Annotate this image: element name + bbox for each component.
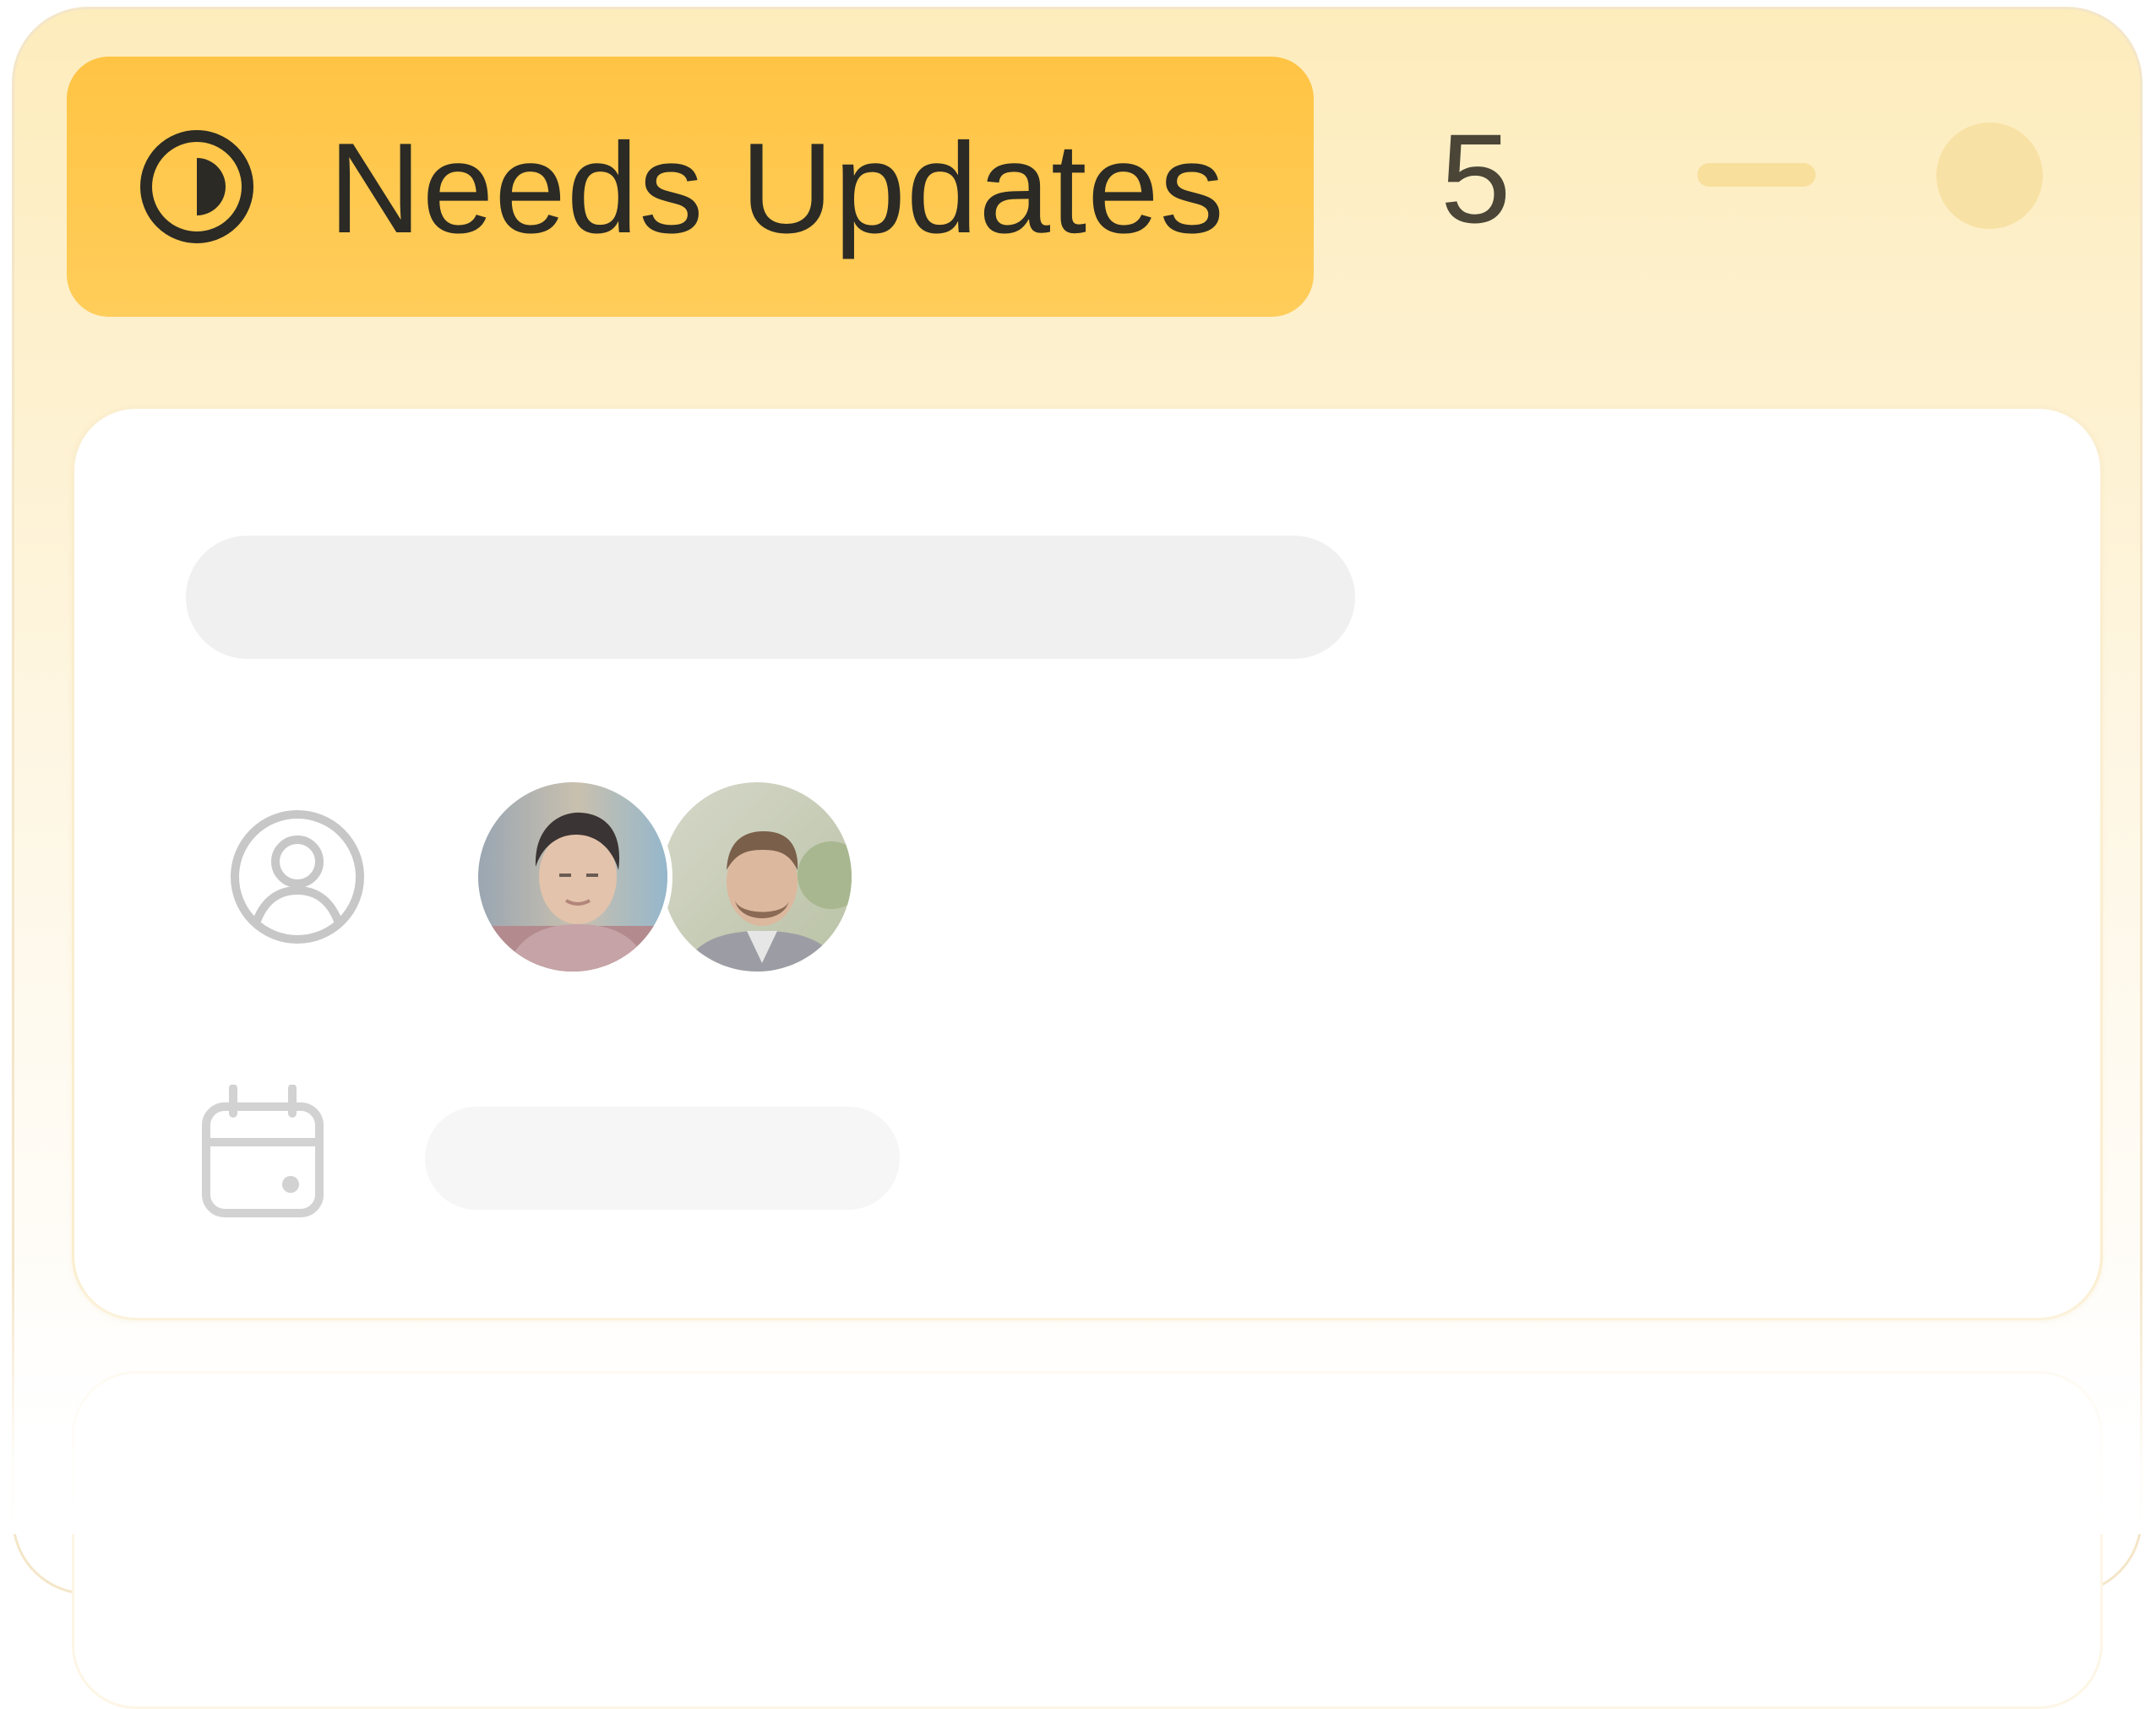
half-circle-progress-icon — [140, 130, 253, 243]
circle-icon[interactable] — [1936, 122, 2043, 229]
kanban-column: Needs Updates 5 — [12, 7, 2142, 1709]
avatar[interactable] — [657, 777, 857, 977]
date-placeholder — [425, 1107, 900, 1210]
title-placeholder — [186, 536, 1355, 659]
task-card[interactable] — [72, 1371, 2103, 1709]
assignee-avatars[interactable] — [473, 777, 896, 982]
task-card[interactable] — [72, 406, 2103, 1320]
status-label: Needs Updates — [329, 117, 1225, 260]
calendar-icon — [202, 1085, 324, 1217]
avatar-photo — [478, 782, 667, 972]
item-count: 5 — [1440, 107, 1511, 249]
avatar-photo — [662, 782, 852, 972]
person-circle-icon — [231, 810, 364, 944]
minus-icon[interactable] — [1697, 163, 1816, 187]
avatar[interactable] — [473, 777, 672, 977]
status-header[interactable]: Needs Updates — [67, 57, 1314, 317]
